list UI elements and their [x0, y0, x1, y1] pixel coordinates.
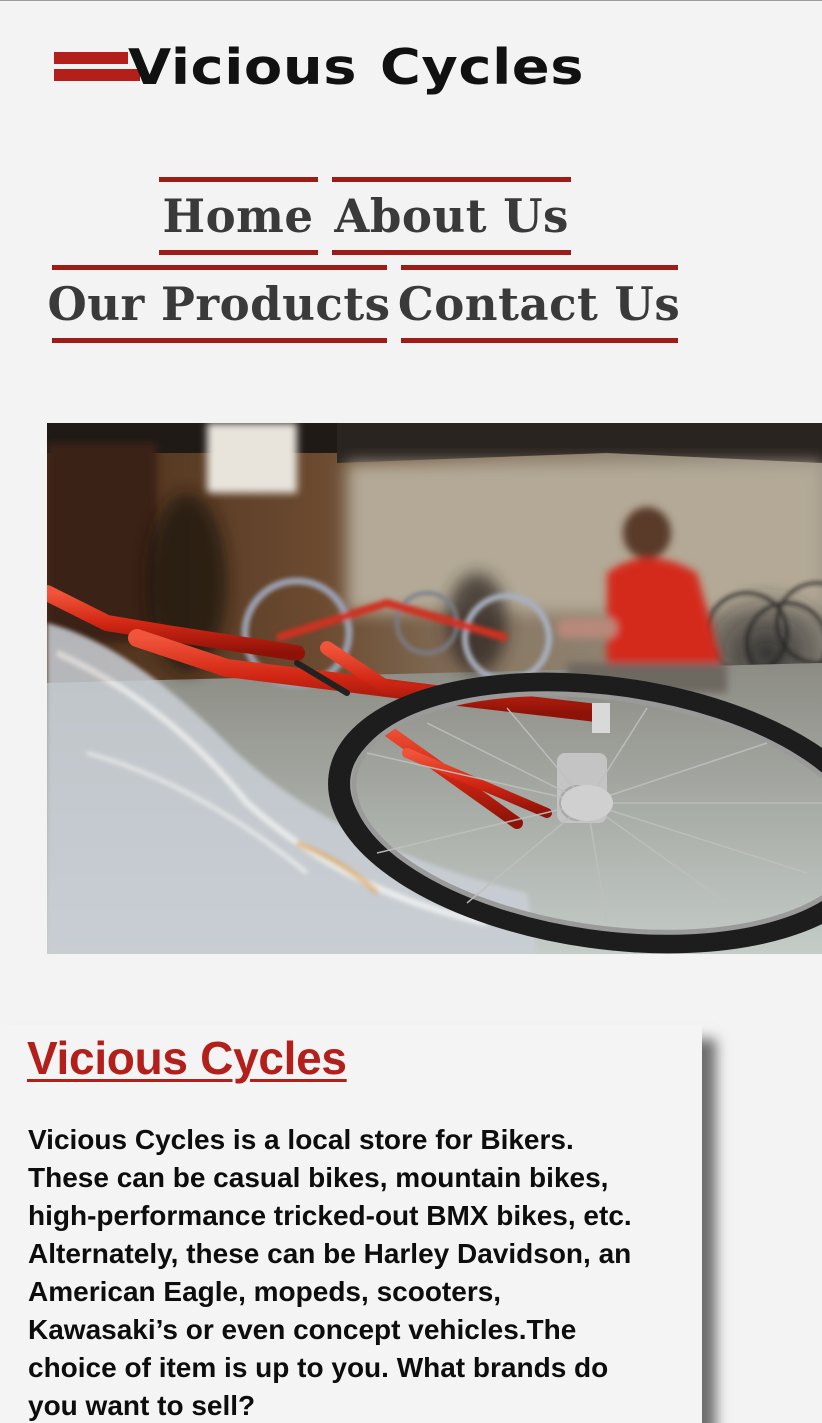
- site-logo[interactable]: Vicious Cycles: [54, 37, 584, 97]
- nav-home[interactable]: Home: [159, 177, 318, 255]
- logo-text: Vicious Cycles: [128, 43, 584, 92]
- nav-about-us[interactable]: About Us: [332, 177, 571, 255]
- bicycle-workshop-photo: [47, 423, 822, 954]
- nav-about-label: About Us: [334, 189, 569, 243]
- nav-products-label: Our Products: [47, 277, 392, 331]
- logo-word-1: Vicious: [128, 38, 358, 96]
- content-body: Vicious Cycles is a local store for Bike…: [28, 1124, 632, 1421]
- page: Vicious Cycles Home About Us Our Products…: [0, 0, 822, 1423]
- logo-word-2: Cycles: [379, 38, 585, 96]
- nav-contact-label: Contact Us: [398, 277, 681, 331]
- nav-our-products[interactable]: Our Products: [48, 265, 391, 343]
- hero-image: [47, 423, 822, 954]
- nav-home-label: Home: [162, 189, 315, 243]
- content-title[interactable]: Vicious Cycles: [27, 1031, 347, 1085]
- nav-contact-us[interactable]: Contact Us: [398, 265, 681, 343]
